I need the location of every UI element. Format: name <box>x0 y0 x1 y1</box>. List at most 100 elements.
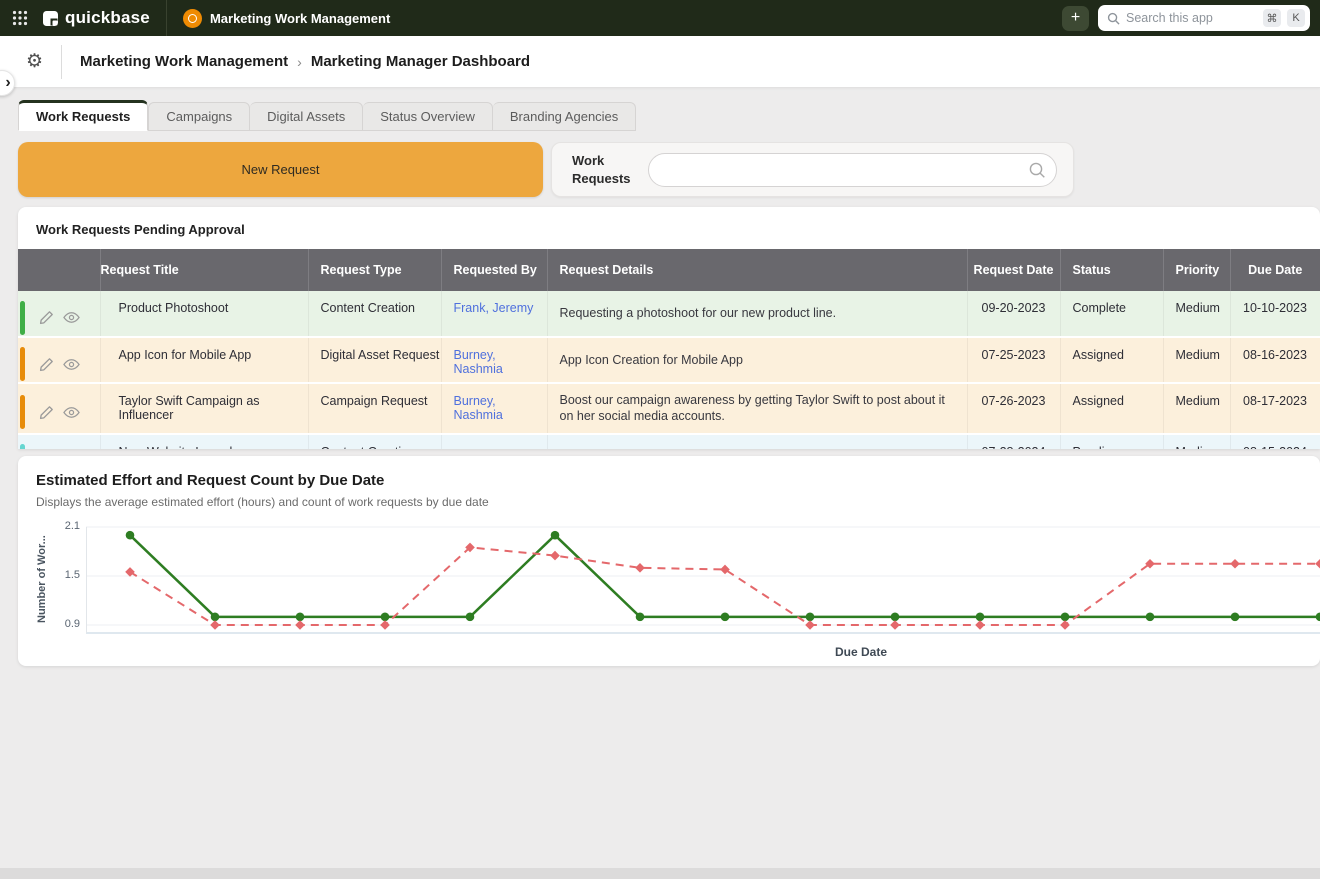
breadcrumb-divider <box>61 45 62 79</box>
data-point-marker[interactable] <box>976 613 985 622</box>
new-request-button[interactable]: New Request <box>18 142 543 197</box>
data-point-marker[interactable] <box>296 613 305 622</box>
data-point-marker[interactable] <box>466 613 475 622</box>
cell-request-date: 09-20-2023 <box>967 291 1060 337</box>
data-point-marker[interactable] <box>1060 620 1070 630</box>
data-point-marker[interactable] <box>211 613 220 622</box>
data-point-marker[interactable] <box>295 620 305 630</box>
view-eye-icon[interactable] <box>63 358 80 371</box>
edit-pencil-icon[interactable] <box>39 405 54 420</box>
view-eye-icon[interactable] <box>63 311 80 324</box>
data-point-marker[interactable] <box>1316 613 1320 622</box>
data-point-marker[interactable] <box>550 551 560 561</box>
tab-campaigns[interactable]: Campaigns <box>148 102 250 131</box>
data-point-marker[interactable] <box>125 567 135 577</box>
chart-subtitle: Displays the average estimated effort (h… <box>36 495 1320 509</box>
data-point-marker[interactable] <box>805 620 815 630</box>
column-header-request-title: Request Title <box>100 249 308 291</box>
work-requests-search-box[interactable] <box>648 153 1057 187</box>
current-app-chip[interactable]: Marketing Work Management <box>183 9 390 28</box>
line-chart <box>86 519 1320 639</box>
cell-requested-by: Frank, Jeremy <box>441 291 547 337</box>
pending-approval-report-card: Work Requests Pending Approval Request T… <box>18 207 1320 449</box>
requested-by-link[interactable]: Burney, Nashmia <box>454 348 503 376</box>
data-point-marker[interactable] <box>806 613 815 622</box>
data-point-marker[interactable] <box>210 620 220 630</box>
breadcrumb-app-link[interactable]: Marketing Work Management <box>80 53 288 70</box>
cell-request-title: Product Photoshoot <box>100 291 308 337</box>
edit-pencil-icon[interactable] <box>39 310 54 325</box>
tab-work-requests[interactable]: Work Requests <box>18 100 148 131</box>
column-header-status: Status <box>1060 249 1163 291</box>
app-search-input[interactable] <box>1126 11 1257 25</box>
data-point-marker[interactable] <box>891 613 900 622</box>
row-actions-cell <box>18 337 100 383</box>
quickbase-logo-icon <box>42 10 59 27</box>
app-name-label: Marketing Work Management <box>210 11 390 26</box>
data-point-marker[interactable] <box>890 620 900 630</box>
table-row: Taylor Swift Campaign as InfluencerCampa… <box>18 383 1320 434</box>
data-point-marker[interactable] <box>635 563 645 573</box>
chevron-right-icon: › <box>5 75 10 91</box>
data-point-marker[interactable] <box>1230 559 1240 569</box>
data-point-marker[interactable] <box>636 613 645 622</box>
view-eye-icon[interactable] <box>63 406 80 419</box>
cell-request-details: Requesting a photoshoot for our new prod… <box>547 291 967 337</box>
row-actions-cell <box>18 291 100 337</box>
app-icon <box>183 9 202 28</box>
search-icon <box>1028 161 1046 179</box>
search-icon <box>1107 12 1120 25</box>
shortcut-key-cmd: ⌘ <box>1263 9 1281 27</box>
x-axis-label: Due Date <box>141 645 1320 659</box>
work-requests-search-input[interactable] <box>663 162 1028 177</box>
tab-bar: Work RequestsCampaignsDigital AssetsStat… <box>18 100 1320 131</box>
cell-requested-by <box>441 434 547 450</box>
settings-gear-icon[interactable]: ⚙ <box>26 50 43 73</box>
cell-requested-by: Burney, Nashmia <box>441 337 547 383</box>
app-switcher-icon[interactable] <box>12 10 28 26</box>
cell-request-details: Boost our campaign awareness by getting … <box>547 383 967 434</box>
cell-due-date: 08-15-2024 <box>1230 434 1320 450</box>
data-point-marker[interactable] <box>126 531 135 540</box>
horizontal-scrollbar[interactable] <box>0 868 1320 879</box>
edit-pencil-icon[interactable] <box>39 357 54 372</box>
cell-request-type: Content Creation <box>308 291 441 337</box>
table-row: New Website LaunchContent Creation07-28-… <box>18 434 1320 450</box>
app-search-box[interactable]: ⌘ K <box>1098 5 1310 31</box>
y-axis-label: Number of Wor... <box>36 519 52 639</box>
column-header-actions <box>18 249 100 291</box>
table-row: App Icon for Mobile AppDigital Asset Req… <box>18 337 1320 383</box>
requested-by-link[interactable]: Burney, Nashmia <box>454 394 503 422</box>
quickbase-logo[interactable]: quickbase <box>42 8 150 28</box>
shortcut-key-k: K <box>1287 9 1305 27</box>
y-tick-label: 0.9 <box>65 618 80 630</box>
work-requests-table: Request TitleRequest TypeRequested ByReq… <box>18 249 1320 449</box>
report-title: Work Requests Pending Approval <box>18 207 1320 249</box>
data-point-marker[interactable] <box>721 613 730 622</box>
tab-status-overview[interactable]: Status Overview <box>363 102 493 131</box>
data-point-marker[interactable] <box>1146 613 1155 622</box>
cell-request-details <box>547 434 967 450</box>
data-point-marker[interactable] <box>975 620 985 630</box>
data-point-marker[interactable] <box>1231 613 1240 622</box>
top-app-bar: quickbase Marketing Work Management + ⌘ … <box>0 0 1320 36</box>
row-status-stripe <box>20 395 25 429</box>
chart-card: Estimated Effort and Request Count by Du… <box>18 456 1320 666</box>
create-new-button[interactable]: + <box>1062 6 1089 31</box>
cell-request-type: Digital Asset Request <box>308 337 441 383</box>
data-point-marker[interactable] <box>1315 559 1320 569</box>
cell-requested-by: Burney, Nashmia <box>441 383 547 434</box>
tab-branding-agencies[interactable]: Branding Agencies <box>493 102 636 131</box>
data-point-marker[interactable] <box>1061 613 1070 622</box>
cell-due-date: 08-17-2023 <box>1230 383 1320 434</box>
chart-title: Estimated Effort and Request Count by Du… <box>36 472 1320 489</box>
tab-digital-assets[interactable]: Digital Assets <box>250 102 363 131</box>
data-point-marker[interactable] <box>551 531 560 540</box>
cell-request-date: 07-28-2024 <box>967 434 1060 450</box>
cell-request-title: Taylor Swift Campaign as Influencer <box>100 383 308 434</box>
data-point-marker[interactable] <box>380 620 390 630</box>
y-tick-label: 1.5 <box>65 569 80 581</box>
cell-status: Assigned <box>1060 337 1163 383</box>
data-point-marker[interactable] <box>381 613 390 622</box>
requested-by-link[interactable]: Frank, Jeremy <box>454 301 534 315</box>
